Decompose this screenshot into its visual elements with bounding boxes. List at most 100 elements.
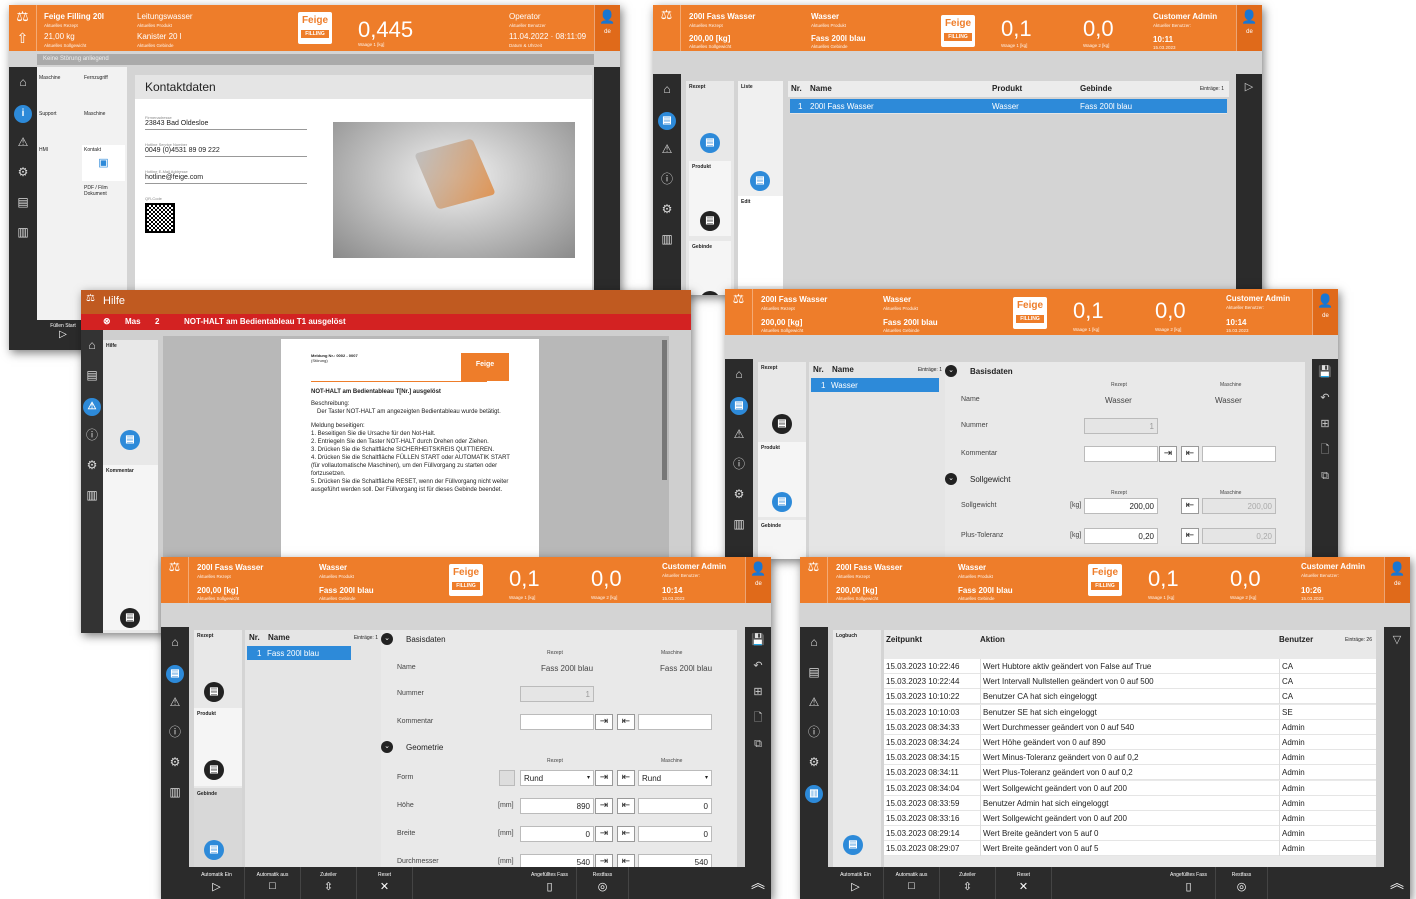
home-icon[interactable]: ⌂: [653, 74, 681, 104]
partial-fill-button[interactable]: Angefülltes Fass ▯: [523, 867, 577, 899]
category-rezept[interactable]: Rezept ▤ Produkt ▤ Gebinde: [758, 362, 806, 559]
table-row[interactable]: 15.03.2023 08:33:16 Wert Sollgewicht geän…: [884, 810, 1376, 826]
warning-icon[interactable]: ⚠: [161, 687, 189, 717]
list-row[interactable]: 1 Fass 200l blau: [247, 646, 351, 661]
category-gebinde[interactable]: Gebinde: [758, 520, 806, 559]
language[interactable]: de: [595, 29, 620, 35]
comment-input[interactable]: [1084, 446, 1158, 462]
list-icon[interactable]: ▤: [9, 187, 37, 217]
reset-button[interactable]: Reset ✕: [996, 867, 1052, 899]
warning-icon[interactable]: ⚠: [81, 390, 103, 420]
nav-support[interactable]: Support: [39, 111, 57, 117]
form-machine-select[interactable]: Rund ▾: [638, 770, 712, 786]
feeder-button[interactable]: Zuteiler ⇳: [940, 867, 996, 899]
auto-off-button[interactable]: Automatik aus □: [884, 867, 940, 899]
comment-machine-input[interactable]: [638, 714, 712, 730]
nav-hmi[interactable]: HMI: [39, 147, 48, 153]
height-input[interactable]: 890: [520, 798, 594, 814]
rest-barrel-button[interactable]: Restfass ◎: [577, 867, 629, 899]
home-icon[interactable]: ⌂: [161, 627, 189, 657]
table-row[interactable]: 15.03.2023 08:33:59 Benutzer Admin hat si…: [884, 795, 1376, 811]
save-icon[interactable]: 💾: [1312, 359, 1338, 385]
expand-icon[interactable]: ︽: [745, 867, 771, 899]
save-icon[interactable]: 💾: [745, 627, 771, 653]
copy-left-button[interactable]: ⇤: [1181, 446, 1199, 462]
copy-right-button[interactable]: ⇥: [1159, 446, 1177, 462]
document-icon[interactable]: 🗋: [1312, 437, 1338, 463]
recipe-icon[interactable]: ▤: [653, 104, 681, 134]
undo-icon[interactable]: ↶: [745, 653, 771, 679]
user-button[interactable]: 👤 de: [1312, 289, 1338, 335]
nav-fernzugriff[interactable]: Fernzugriff: [84, 75, 108, 81]
book-icon[interactable]: ▥: [9, 217, 37, 247]
undo-icon[interactable]: ↶: [1312, 385, 1338, 411]
collapse-icon[interactable]: ⌄: [945, 473, 957, 485]
info-icon[interactable]: ⓘ: [81, 420, 103, 450]
comment-input[interactable]: [520, 714, 594, 730]
plus-tolerance-input[interactable]: 0,20: [1084, 528, 1158, 544]
collapse-icon[interactable]: ⌄: [381, 741, 393, 753]
table-row[interactable]: 15.03.2023 08:34:24 Wert Höhe geändert vo…: [884, 734, 1376, 750]
recipe-icon[interactable]: ▤: [725, 389, 753, 419]
table-row[interactable]: 15.03.2023 10:10:03 Benutzer SE hat sich …: [884, 704, 1376, 720]
home-icon[interactable]: ⌂: [9, 67, 37, 97]
info-icon[interactable]: i: [9, 97, 37, 127]
info-icon[interactable]: ⓘ: [161, 717, 189, 747]
home-icon[interactable]: ⌂: [800, 627, 828, 657]
gear-icon[interactable]: ⚙: [81, 450, 103, 480]
gear-icon[interactable]: ⚙: [653, 194, 681, 224]
copy-right-button[interactable]: ⇥: [595, 714, 613, 730]
expand-icon[interactable]: ︽: [1384, 867, 1410, 899]
target-weight-input[interactable]: 200,00: [1084, 498, 1158, 514]
warning-icon[interactable]: ⚠: [800, 687, 828, 717]
user-button[interactable]: 👤 de: [1236, 5, 1262, 51]
book-icon[interactable]: ▥: [81, 480, 103, 510]
category-rezept[interactable]: Rezept ▤ Produkt ▤ Gebinde ▤: [686, 81, 734, 295]
user-button[interactable]: 👤 de: [594, 5, 620, 51]
play-icon[interactable]: ▷: [1236, 74, 1262, 100]
table-row[interactable]: 15.03.2023 10:22:46 Wert Hubtore aktiv ge…: [884, 659, 1376, 674]
table-row[interactable]: 15.03.2023 10:22:44 Wert Intervall Nullst…: [884, 674, 1376, 690]
copy-right-button[interactable]: ⇥: [595, 798, 613, 814]
scale-icon[interactable]: ⚖: [161, 557, 189, 603]
user-button[interactable]: 👤 de: [745, 557, 771, 603]
gear-icon[interactable]: ⚙: [161, 747, 189, 777]
fill-start-button[interactable]: Füllen Start ▷: [45, 323, 81, 340]
nav-kontakt[interactable]: Kontakt ▣: [82, 145, 125, 181]
category-kommentar[interactable]: Kommentar: [103, 465, 158, 630]
table-row[interactable]: 15.03.2023 10:10:22 Benutzer CA hat sich …: [884, 689, 1376, 705]
gear-icon[interactable]: ⚙: [725, 479, 753, 509]
book-icon[interactable]: ▥: [653, 224, 681, 254]
close-icon[interactable]: ⊗: [103, 316, 111, 327]
language[interactable]: de: [1385, 581, 1410, 587]
auto-on-button[interactable]: Automatik Ein ▷: [828, 867, 884, 899]
copy-left-button[interactable]: ⇤: [617, 826, 635, 842]
language[interactable]: de: [746, 581, 771, 587]
logbook-icon[interactable]: ▥: [800, 777, 828, 807]
reset-button[interactable]: Reset ✕: [357, 867, 413, 899]
filter-icon[interactable]: ▽: [1384, 627, 1410, 653]
copy-left-button[interactable]: ⇤: [617, 770, 635, 786]
warning-icon[interactable]: ⚠: [653, 134, 681, 164]
user-button[interactable]: 👤 de: [1384, 557, 1410, 603]
auto-off-button[interactable]: Automatik aus □: [245, 867, 301, 899]
book-icon[interactable]: ▥: [725, 509, 753, 539]
partial-fill-button[interactable]: Angefülltes Fass ▯: [1162, 867, 1216, 899]
nav-maschine[interactable]: Maschine: [39, 75, 60, 81]
copy-right-button[interactable]: ⇥: [595, 826, 613, 842]
warning-icon[interactable]: ⚠: [725, 419, 753, 449]
copy-left-button[interactable]: ⇤: [1181, 498, 1199, 514]
list-icon[interactable]: ▤: [800, 657, 828, 687]
home-icon[interactable]: ⌂: [81, 330, 103, 360]
scale-icon[interactable]: ⚖: [800, 557, 828, 603]
width-machine-input[interactable]: 0: [638, 826, 712, 842]
category-rezept[interactable]: Rezept ▤ Produkt ▤ Gebinde ▤: [194, 630, 242, 867]
collapse-icon[interactable]: ⌄: [381, 633, 393, 645]
width-input[interactable]: 0: [520, 826, 594, 842]
home-icon[interactable]: ⌂: [725, 359, 753, 389]
document-icon[interactable]: 🗋: [745, 705, 771, 731]
gear-icon[interactable]: ⚙: [9, 157, 37, 187]
feeder-button[interactable]: Zuteiler ⇳: [301, 867, 357, 899]
table-row[interactable]: 15.03.2023 08:34:11 Wert Plus-Toleranz ge…: [884, 765, 1376, 781]
copy-icon[interactable]: ⧉: [1312, 463, 1338, 489]
